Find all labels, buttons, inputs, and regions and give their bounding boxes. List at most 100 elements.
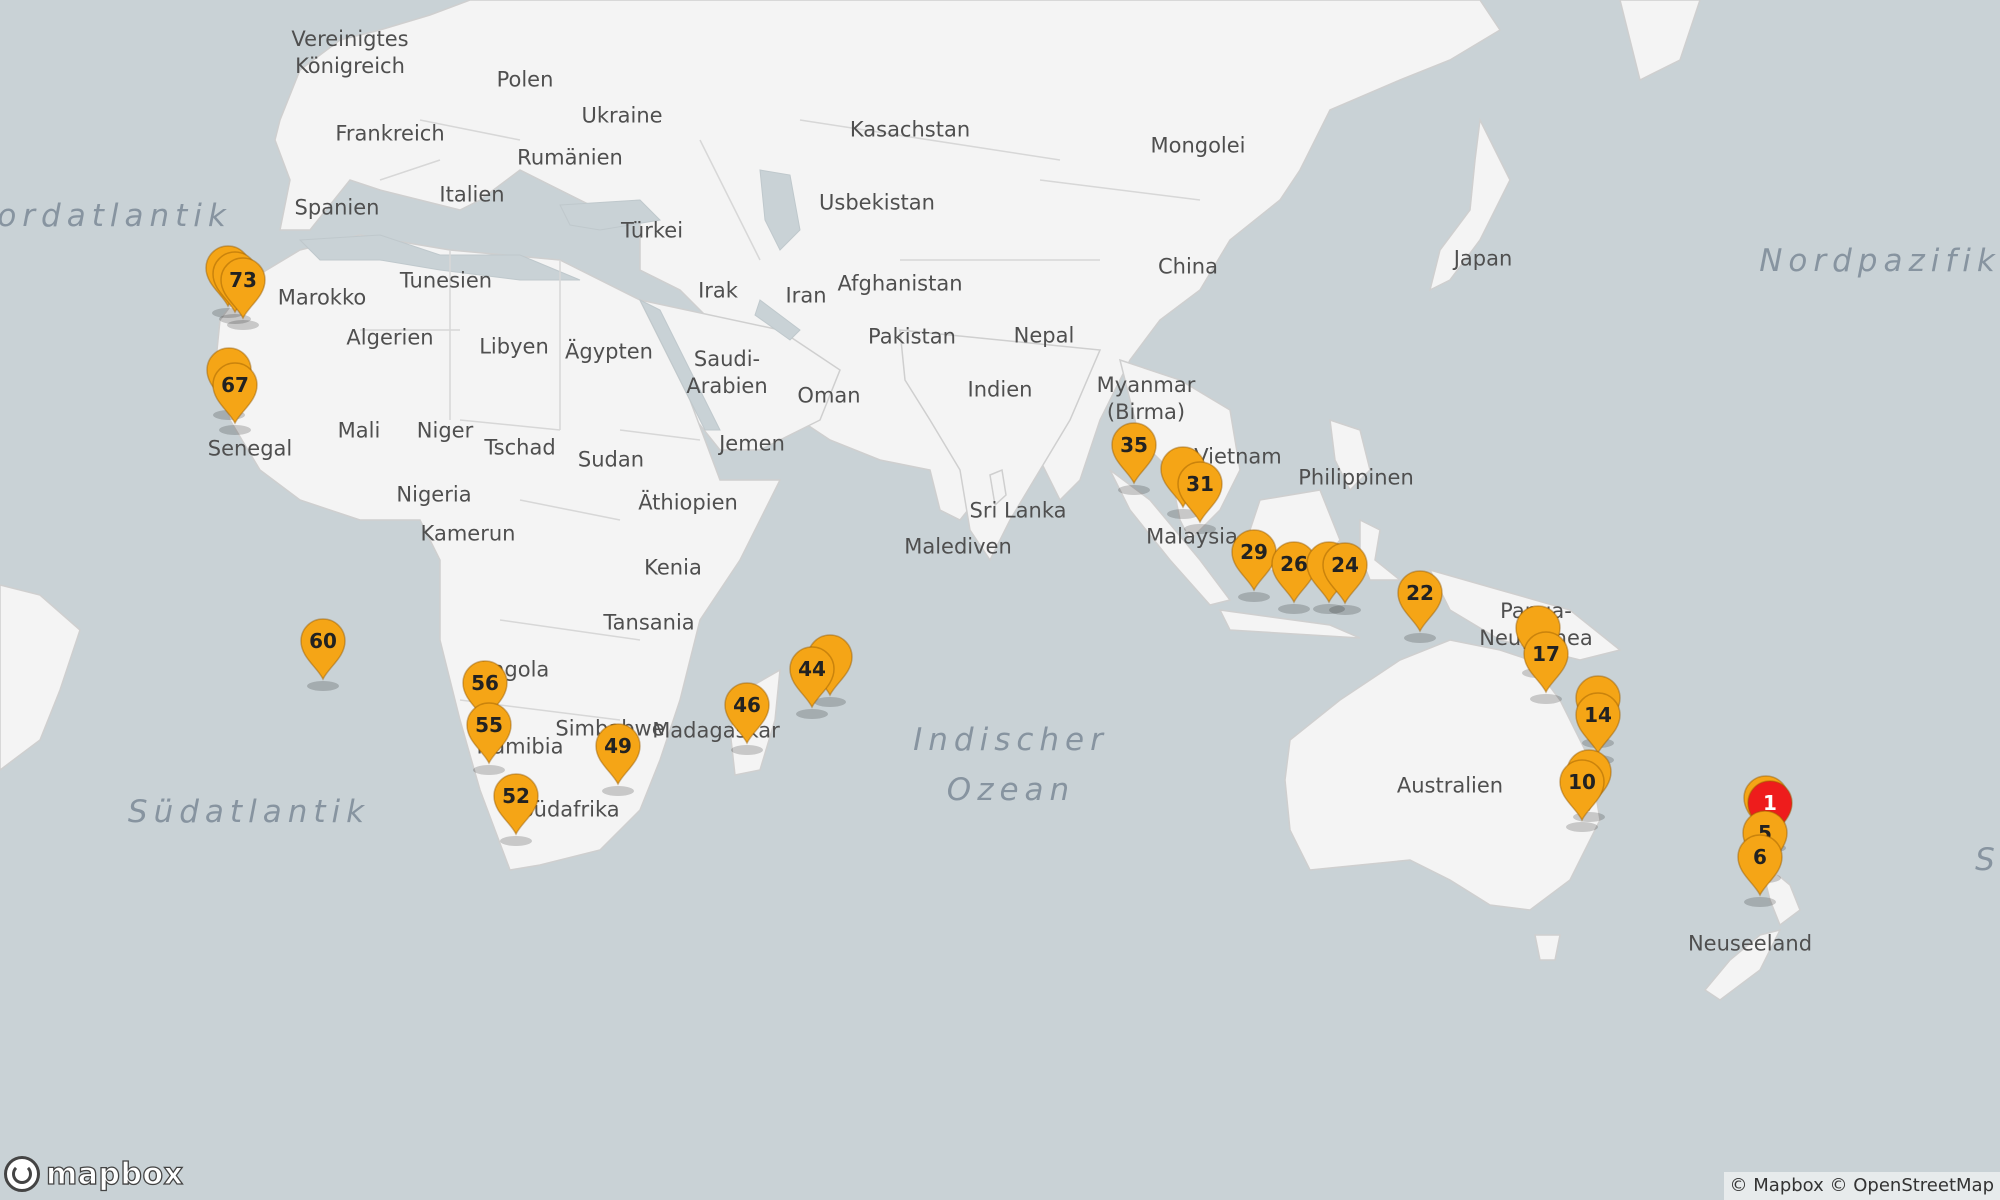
country-label-line: Rumänien (517, 145, 623, 170)
marker-number: 52 (502, 784, 530, 808)
map-marker[interactable]: 17 (1520, 630, 1572, 704)
marker-number: 73 (229, 268, 257, 292)
country-label-line: China (1158, 254, 1218, 279)
map-marker[interactable]: 49 (592, 722, 644, 796)
country-label-line: Marokko (277, 285, 367, 310)
country-label-line: Kenia (644, 555, 702, 580)
map-marker[interactable]: 52 (490, 772, 542, 846)
country-label-line: Afghanistan (837, 271, 963, 296)
map-marker[interactable]: 55 (463, 701, 515, 775)
map-marker[interactable]: 73 (217, 256, 269, 330)
country-label-line: Sudan (577, 447, 645, 472)
country-label-line: Mongolei (1150, 133, 1246, 158)
ocean-label: S (1975, 835, 2000, 885)
marker-number: 24 (1331, 553, 1359, 577)
country-label: Oman (797, 383, 860, 410)
country-label: Niger (417, 418, 473, 445)
mapbox-logo[interactable]: mapbox (4, 1156, 184, 1192)
country-label-line: Polen (496, 67, 554, 92)
marker-number: 6 (1753, 845, 1767, 869)
country-label-line: Libyen (479, 334, 549, 359)
map-marker[interactable]: 10 (1556, 758, 1608, 832)
country-label: Äthiopien (638, 490, 738, 517)
country-label-line: Kasachstan (849, 117, 971, 142)
map-marker[interactable]: 22 (1394, 569, 1446, 643)
country-label-line: Nepal (1013, 323, 1075, 348)
country-label-line: Frankreich (335, 121, 445, 146)
country-label: Kasachstan (850, 117, 970, 144)
country-label: Vereinigtes Königreich (291, 26, 408, 80)
country-label-line: Arabien (686, 374, 768, 398)
country-label-line: Nigeria (396, 482, 472, 507)
marker-number: 17 (1532, 642, 1560, 666)
country-label: China (1158, 254, 1218, 281)
marker-shadow (1566, 822, 1598, 832)
country-label: Tansania (603, 610, 694, 637)
country-label-line: Oman (797, 383, 861, 408)
marker-shadow (1404, 633, 1436, 643)
ocean-label: Nordpazifik (1759, 236, 2000, 286)
map-marker[interactable]: 44 (786, 645, 838, 719)
map-marker[interactable]: 46 (721, 681, 773, 755)
attribution-osm-link[interactable]: © OpenStreetMap (1830, 1175, 1994, 1196)
marker-shadow (500, 836, 532, 846)
marker-number: 56 (471, 671, 499, 695)
country-label: Afghanistan (837, 271, 962, 298)
country-label: Spanien (295, 195, 380, 222)
country-label-line: Neuseeland (1687, 931, 1813, 956)
map-marker[interactable]: 67 (209, 361, 261, 435)
country-label: Australien (1397, 773, 1503, 800)
country-label-line: Kamerun (420, 521, 516, 546)
map-marker[interactable]: 31 (1174, 460, 1226, 534)
country-label-line: Malediven (904, 534, 1012, 559)
country-label-line: Pakistan (868, 324, 956, 349)
map-attribution: © Mapbox © OpenStreetMap (1723, 1172, 2000, 1200)
country-label: Algerien (346, 325, 433, 352)
country-label-line: Spanien (294, 195, 380, 220)
map-marker[interactable]: 6 (1734, 833, 1786, 907)
map-marker[interactable]: 24 (1319, 541, 1371, 615)
marker-shadow (219, 425, 251, 435)
country-label: Rumänien (517, 145, 623, 172)
country-label: Frankreich (335, 121, 444, 148)
marker-shadow (1184, 524, 1216, 534)
marker-number: 44 (798, 657, 826, 681)
country-label-line: Senegal (207, 436, 293, 461)
country-label: Indien (968, 377, 1033, 404)
country-label: Tschad (484, 435, 555, 462)
country-label-line: Tunesien (399, 268, 493, 293)
country-label: Senegal (208, 436, 293, 463)
attribution-mapbox-link[interactable]: © Mapbox (1730, 1175, 1824, 1196)
country-label-line: Algerien (346, 325, 434, 350)
marker-shadow (1278, 604, 1310, 614)
ocean-label-line: Indischer (913, 722, 1109, 758)
country-label-line: Myanmar (1096, 373, 1196, 397)
land-tasmania (1534, 934, 1561, 961)
map-basemap (0, 0, 2000, 1200)
marker-number: 60 (309, 629, 337, 653)
marker-number: 10 (1568, 770, 1596, 794)
country-label-line: Usbekistan (819, 190, 935, 215)
country-label-line: Saudi- (693, 347, 761, 371)
marker-shadow (602, 786, 634, 796)
map-marker[interactable]: 14 (1572, 691, 1624, 765)
country-label-line: Ukraine (581, 103, 663, 128)
marker-shadow (1329, 605, 1361, 615)
map-canvas[interactable]: Vereinigtes Königreich Polen Ukraine Frankre… (0, 0, 2000, 1200)
marker-shadow (307, 681, 339, 691)
country-label: Jemen (719, 431, 785, 458)
marker-number: 35 (1120, 433, 1148, 457)
country-label: Mali (338, 418, 381, 445)
country-label: Kamerun (421, 521, 516, 548)
country-label-line: Tschad (484, 435, 556, 460)
country-label-line: Australien (1396, 773, 1504, 798)
country-label: Mongolei (1150, 133, 1245, 160)
country-label: Ukraine (581, 103, 662, 130)
map-marker[interactable]: 35 (1108, 421, 1160, 495)
country-label: Sudan (578, 447, 644, 474)
marker-number: 49 (604, 734, 632, 758)
marker-shadow (1744, 897, 1776, 907)
country-label: Nepal (1014, 323, 1075, 350)
marker-number: 46 (733, 693, 761, 717)
map-marker[interactable]: 60 (297, 617, 349, 691)
